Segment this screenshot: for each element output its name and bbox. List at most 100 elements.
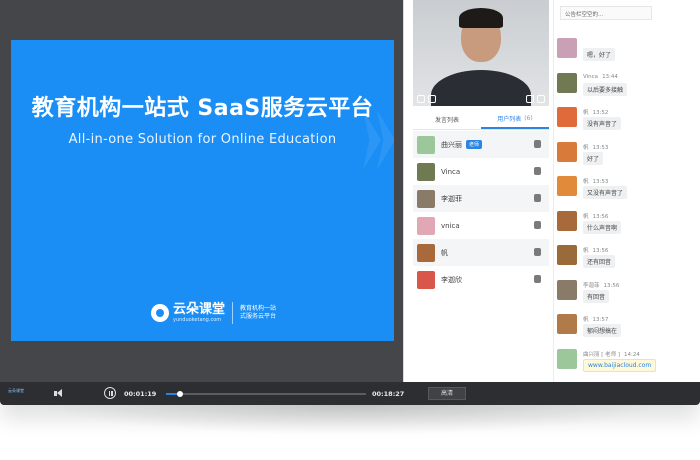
avatar xyxy=(557,141,577,162)
message-header xyxy=(583,39,587,45)
chat-message: 帆 13:56 什么声音啊 xyxy=(557,210,697,241)
avatar xyxy=(417,135,435,154)
message-header: 李迦菲 13:56 xyxy=(583,281,619,289)
sender-name: 帆 xyxy=(583,213,589,220)
message-header: Vinca 13:44 xyxy=(583,74,618,80)
avatar xyxy=(417,162,435,181)
message-text: 嗯，好了 xyxy=(583,48,616,61)
user-name: Vinca xyxy=(441,167,461,176)
user-row[interactable]: 李迦欣 xyxy=(413,266,549,293)
avatar xyxy=(417,243,435,262)
video-person-hair xyxy=(459,8,503,28)
quality-button[interactable]: 高清 xyxy=(428,387,466,400)
sender-name: Vinca xyxy=(583,73,599,80)
total-time: 00:18:27 xyxy=(372,390,405,398)
teacher-video[interactable] xyxy=(413,0,549,106)
stage-divider xyxy=(403,0,404,382)
sender-name: 帆 xyxy=(583,317,589,323)
message-text: 以后要多接触 xyxy=(583,82,628,96)
chat-message: 帆 13:56 还有回音 xyxy=(557,245,697,275)
message-text: 什么声音啊 xyxy=(583,220,622,234)
message-text: 郁闷想搞在 xyxy=(583,324,622,337)
slide-subtitle: All-in-one Solution for Online Education xyxy=(68,132,337,147)
chat-message: 帆 13:52 没有声音了 xyxy=(557,107,697,137)
user-row[interactable]: 帆 xyxy=(413,239,549,266)
message-time: 13:56 xyxy=(592,248,609,254)
avatar xyxy=(557,176,577,196)
avatar xyxy=(417,270,435,289)
user-row[interactable]: vnica xyxy=(413,212,549,239)
camera-icon[interactable] xyxy=(417,95,425,103)
tab-user-list[interactable]: 用户列表 (6) xyxy=(481,110,549,129)
player-logo: 云朵课堂 xyxy=(8,388,24,393)
message-header: 帆 13:52 xyxy=(583,108,608,116)
user-name: 帆 xyxy=(441,248,448,257)
user-name: 李迦菲 xyxy=(441,194,462,203)
avatar xyxy=(557,314,577,334)
popout-icon[interactable] xyxy=(526,95,534,103)
sender-name: 曲兴丽 [ 老师 ] xyxy=(583,351,621,358)
message-header: 帆 13:56 xyxy=(583,212,608,220)
video-feed xyxy=(413,0,549,106)
tab-count: (6) xyxy=(524,115,533,122)
logo-domain: yunduoketang.com xyxy=(173,317,222,323)
sender-name: 帆 xyxy=(583,179,589,185)
chat-message: 帆 13:57 郁闷想搞在 xyxy=(557,314,697,344)
fullscreen-icon[interactable] xyxy=(537,95,545,103)
chat-message: 曲兴丽 [ 老师 ] 14:24 www.baijiacloud.com xyxy=(557,348,697,379)
progress-track[interactable] xyxy=(166,391,366,397)
teacher-badge: 老师 xyxy=(466,140,483,149)
user-name: 曲兴丽 xyxy=(441,140,462,149)
announcement-box: 公告栏空空的... xyxy=(560,6,652,20)
tab-speaker-list[interactable]: 发言列表 xyxy=(413,110,481,129)
avatar xyxy=(557,210,577,231)
user-row[interactable]: Vinca xyxy=(413,158,549,185)
message-time: 13:56 xyxy=(603,282,620,289)
microphone-icon[interactable] xyxy=(428,95,436,103)
user-row[interactable]: 曲兴丽 老师 xyxy=(413,131,549,158)
avatar xyxy=(417,189,435,208)
message-header: 帆 13:53 xyxy=(583,177,608,185)
user-row[interactable]: 李迦菲 xyxy=(413,185,549,212)
avatar xyxy=(557,279,577,300)
chat-message: 帆 13:53 又没有声音了 xyxy=(557,176,697,206)
brand-logo: 云朵课堂 yunduoketang.com 教育机构一站 式服务云平台 xyxy=(151,302,276,324)
sender-name: 帆 xyxy=(583,144,589,151)
message-text: 又没有声音了 xyxy=(583,186,628,199)
message-text: 还有回音 xyxy=(583,255,616,268)
volume-icon[interactable] xyxy=(54,389,64,398)
chat-message: 帆 13:53 好了 xyxy=(557,141,697,172)
message-header: 曲兴丽 [ 老师 ] 14:24 xyxy=(583,350,640,358)
message-text: 有回音 xyxy=(583,289,610,303)
user-name: vnica xyxy=(441,221,460,230)
logo-name: 云朵课堂 xyxy=(173,302,226,317)
cloud-icon xyxy=(151,304,169,322)
avatar xyxy=(557,38,577,58)
chat-message: 嗯，好了 xyxy=(557,38,697,68)
player-controls: 云朵课堂 00:01:19 00:18:27 高清 xyxy=(0,382,700,405)
chat-message: 李迦菲 13:56 有回音 xyxy=(557,279,697,310)
panel-tabs: 发言列表 用户列表 (6) xyxy=(413,110,549,130)
slide-title: 教育机构一站式 SaaS服务云平台 xyxy=(31,96,374,121)
logo-tagline: 教育机构一站 xyxy=(240,305,277,312)
message-time: 13:53 xyxy=(592,144,609,151)
user-name: 李迦欣 xyxy=(441,275,462,284)
android-icon xyxy=(534,248,541,256)
logo-tagline: 式服务云平台 xyxy=(240,313,277,320)
message-time: 13:53 xyxy=(592,179,609,185)
message-time: 13:44 xyxy=(602,73,618,80)
logo-divider xyxy=(232,302,234,324)
live-classroom-window: 教育机构一站式 SaaS服务云平台 All-in-one Solution fo… xyxy=(0,0,700,405)
pause-button[interactable] xyxy=(104,387,116,399)
chat-message: Vinca 13:44 以后要多接触 xyxy=(557,72,697,103)
message-link[interactable]: www.baijiacloud.com xyxy=(583,358,657,372)
tab-label: 发言列表 xyxy=(434,117,459,124)
progress-knob[interactable] xyxy=(177,391,183,397)
sender-name: 李迦菲 xyxy=(583,282,600,289)
slide: 教育机构一站式 SaaS服务云平台 All-in-one Solution fo… xyxy=(11,40,394,341)
sender-name: 帆 xyxy=(583,110,589,116)
message-time: 13:56 xyxy=(592,213,609,220)
message-time: 13:57 xyxy=(592,317,609,323)
window-shadow xyxy=(40,405,660,435)
message-header: 帆 13:56 xyxy=(583,246,608,254)
